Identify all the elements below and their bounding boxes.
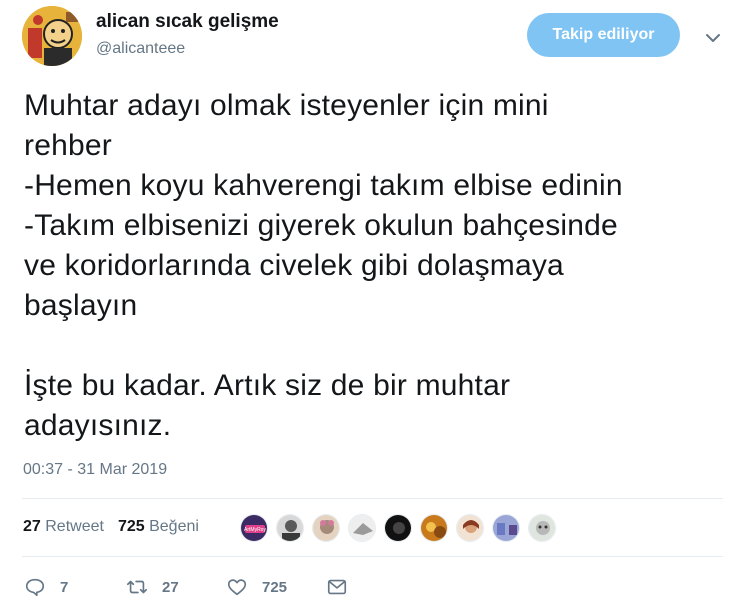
divider xyxy=(22,498,723,499)
direct-message-button[interactable] xyxy=(326,576,348,598)
tweet-timestamp[interactable]: 00:37 - 31 Mar 2019 xyxy=(23,461,167,479)
author-display-name[interactable]: alican sıcak gelişme xyxy=(96,11,279,33)
like-action-count: 725 xyxy=(262,578,288,596)
liker-avatar[interactable] xyxy=(384,514,412,542)
tweet-stats: 27 Retweet 725 Beğeni xyxy=(23,518,199,536)
like-stat-label: Beğeni xyxy=(149,518,199,535)
liker-avatar[interactable] xyxy=(528,514,556,542)
caret-down-icon[interactable] xyxy=(702,28,724,48)
reply-count: 7 xyxy=(60,578,69,596)
retweet-count: 27 xyxy=(23,518,41,535)
retweet-icon xyxy=(127,580,147,594)
liker-avatar[interactable] xyxy=(276,514,304,542)
like-button[interactable]: 725 xyxy=(226,576,287,598)
following-button[interactable]: Takip ediliyor xyxy=(527,13,680,57)
liker-avatar[interactable] xyxy=(348,514,376,542)
liker-avatar[interactable] xyxy=(420,514,448,542)
liker-avatar[interactable] xyxy=(312,514,340,542)
liker-avatar[interactable] xyxy=(456,514,484,542)
retweet-button[interactable]: 27 xyxy=(126,576,179,598)
reply-icon xyxy=(25,578,45,597)
likes-stat[interactable]: 725 Beğeni xyxy=(118,518,199,536)
author-avatar[interactable] xyxy=(22,6,82,66)
liker-avatar[interactable]: ArtMyRoy xyxy=(240,514,268,542)
likers-avatars: ArtMyRoy xyxy=(240,514,564,542)
reply-button[interactable]: 7 xyxy=(24,576,68,598)
retweets-stat[interactable]: 27 Retweet xyxy=(23,518,104,536)
author-handle[interactable]: @alicanteee xyxy=(96,40,185,58)
divider xyxy=(22,556,723,557)
like-count: 725 xyxy=(117,518,145,535)
retweet-stat-label: Retweet xyxy=(45,518,104,535)
heart-icon xyxy=(227,579,247,596)
retweet-action-count: 27 xyxy=(162,578,179,596)
tweet-text: Muhtar adayı olmak isteyenler için mini … xyxy=(24,89,623,442)
message-icon xyxy=(327,579,347,595)
liker-avatar[interactable] xyxy=(492,514,520,542)
liker-badge-text: ArtMyRoy xyxy=(244,527,266,533)
